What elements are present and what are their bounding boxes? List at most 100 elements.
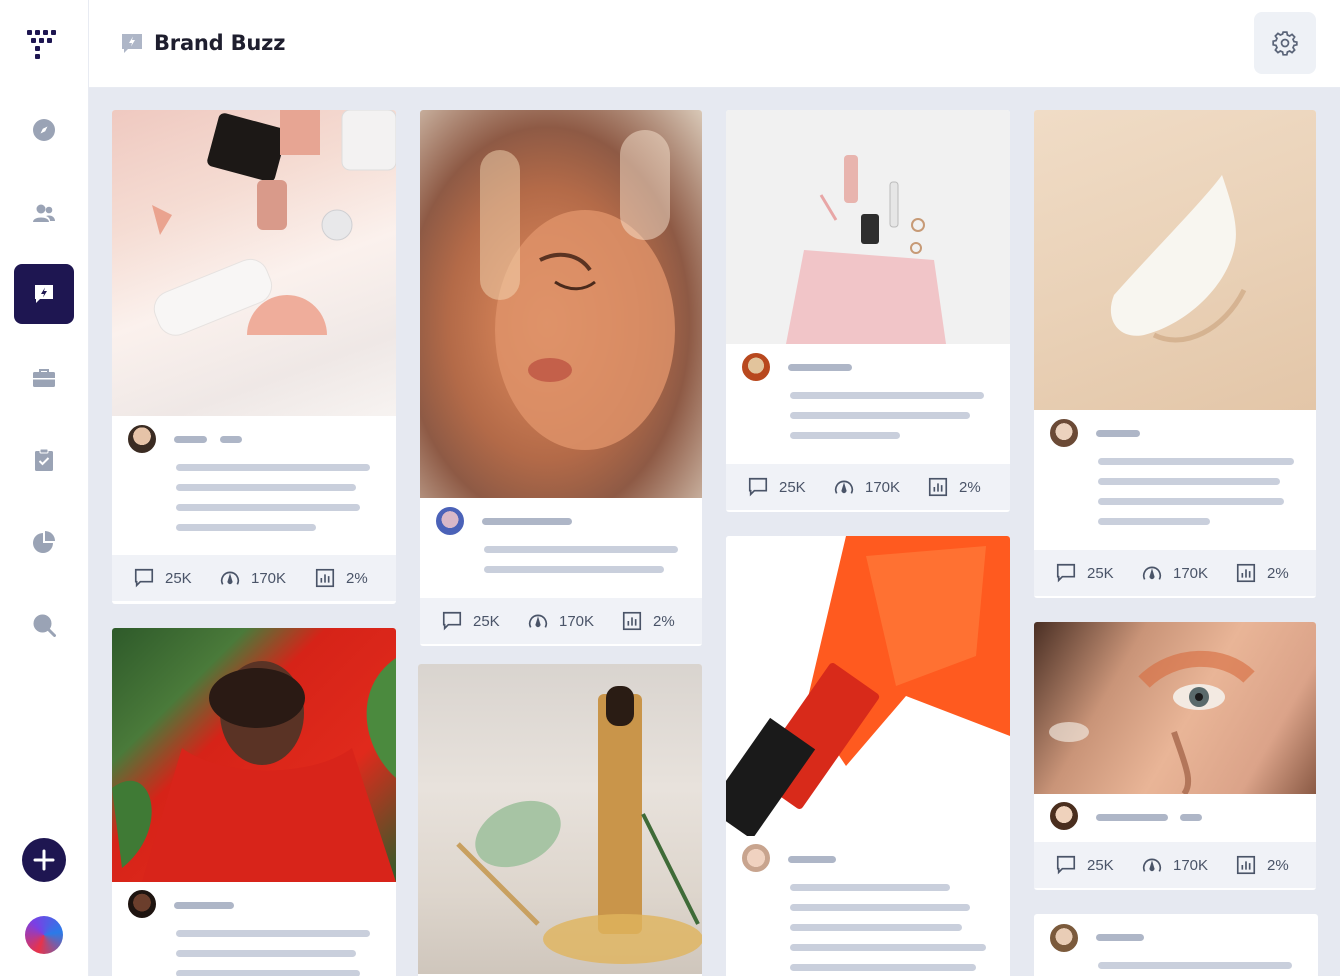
reach-stat[interactable]: 170K: [1141, 562, 1208, 584]
avatar[interactable]: [126, 423, 158, 455]
avatar[interactable]: [126, 888, 158, 920]
caption-line-placeholder: [176, 970, 360, 976]
reach-stat[interactable]: 170K: [527, 610, 594, 632]
sidebar-item-campaigns[interactable]: [14, 348, 74, 408]
post-card[interactable]: 25K 170K 2%: [112, 110, 396, 604]
avatar[interactable]: [1048, 800, 1080, 832]
reach-count: 170K: [865, 478, 901, 496]
reach-count: 170K: [1173, 564, 1209, 582]
avatar[interactable]: [740, 351, 772, 383]
post-card[interactable]: 25K 170K 2%: [1034, 622, 1316, 890]
comments-stat[interactable]: 25K: [1055, 562, 1114, 584]
gauge-icon: [220, 571, 240, 585]
post-stats: 25K 170K 2%: [1034, 550, 1316, 596]
search-icon: [33, 614, 56, 637]
gauge-icon: [528, 614, 548, 628]
sidebar-item-explore[interactable]: [14, 100, 74, 160]
sidebar-item-brand-buzz[interactable]: [14, 264, 74, 324]
reach-stat[interactable]: 170K: [833, 476, 900, 498]
gauge-icon: [1142, 566, 1162, 580]
avatar[interactable]: [434, 505, 466, 537]
reach-stat[interactable]: 170K: [1141, 854, 1208, 876]
caption-line-placeholder: [484, 546, 678, 553]
caption-line-placeholder: [1098, 458, 1294, 465]
avatar[interactable]: [1048, 922, 1080, 954]
sidebar: [0, 0, 89, 976]
comments-count: 25K: [779, 478, 806, 496]
comment-icon: [1056, 563, 1076, 583]
author-name-placeholder: [1096, 934, 1144, 941]
add-button[interactable]: [22, 838, 66, 882]
post-image[interactable]: [418, 664, 702, 974]
post-image[interactable]: [112, 628, 396, 882]
compass-icon: [33, 119, 55, 141]
author-name-placeholder: [174, 436, 207, 443]
post-stats: 25K 170K 2%: [420, 598, 702, 644]
page-title: Brand Buzz: [154, 31, 286, 55]
sidebar-item-tasks[interactable]: [14, 430, 74, 490]
author-handle-placeholder: [1180, 814, 1202, 821]
engagement-rate: 2%: [959, 478, 981, 496]
sidebar-item-analytics[interactable]: [14, 512, 74, 572]
post-image[interactable]: [1034, 110, 1316, 410]
post-image[interactable]: [726, 536, 1010, 840]
comments-stat[interactable]: 25K: [747, 476, 806, 498]
engagement-rate: 2%: [1267, 856, 1289, 874]
gauge-icon: [834, 480, 854, 494]
post-image[interactable]: [112, 110, 396, 416]
author-name-placeholder: [788, 364, 852, 371]
post-stats: 25K 170K 2%: [1034, 842, 1316, 888]
post-card[interactable]: 25K 170K 2%: [420, 110, 702, 646]
avatar[interactable]: [1048, 417, 1080, 449]
caption-line-placeholder: [176, 504, 360, 511]
author-name-placeholder: [788, 856, 836, 863]
post-card[interactable]: 25K 170K 2%: [726, 110, 1010, 512]
post-card[interactable]: 25K 170K 2%: [1034, 110, 1316, 598]
grid-logo-icon[interactable]: [26, 28, 62, 60]
comments-stat[interactable]: 25K: [1055, 854, 1114, 876]
engagement-rate: 2%: [653, 612, 675, 630]
comments-count: 25K: [165, 569, 192, 587]
post-card[interactable]: [1034, 914, 1318, 976]
post-stats: 25K 170K 2%: [726, 464, 1010, 510]
user-avatar[interactable]: [25, 916, 63, 954]
caption-line-placeholder: [1098, 498, 1284, 505]
reach-count: 170K: [251, 569, 287, 587]
comments-stat[interactable]: 25K: [133, 567, 192, 589]
caption-line-placeholder: [790, 412, 970, 419]
engagement-rate: 2%: [1267, 564, 1289, 582]
sidebar-item-creators[interactable]: [14, 183, 74, 243]
reach-count: 170K: [559, 612, 595, 630]
caption-line-placeholder: [790, 944, 986, 951]
caption-line-placeholder: [790, 392, 984, 399]
post-card[interactable]: [726, 536, 1010, 976]
gauge-icon: [1142, 858, 1162, 872]
bar-chart-icon: [315, 568, 335, 588]
avatar[interactable]: [740, 842, 772, 874]
sidebar-item-search[interactable]: [14, 595, 74, 655]
caption-line-placeholder: [1098, 962, 1292, 969]
pie-chart-icon: [33, 531, 55, 553]
engagement-stat[interactable]: 2%: [621, 610, 675, 632]
author-name-placeholder: [1096, 814, 1168, 821]
post-stats: 25K 170K 2%: [112, 555, 396, 601]
caption-line-placeholder: [176, 524, 316, 531]
post-image[interactable]: [420, 110, 702, 498]
caption-line-placeholder: [790, 432, 900, 439]
engagement-stat[interactable]: 2%: [1235, 854, 1289, 876]
comments-count: 25K: [1087, 856, 1114, 874]
post-card[interactable]: [112, 628, 396, 976]
caption-line-placeholder: [176, 464, 370, 471]
comments-stat[interactable]: 25K: [441, 610, 500, 632]
engagement-stat[interactable]: 2%: [1235, 562, 1289, 584]
engagement-stat[interactable]: 2%: [927, 476, 981, 498]
caption-line-placeholder: [176, 484, 356, 491]
post-image[interactable]: [1034, 622, 1316, 796]
post-card[interactable]: [418, 664, 702, 976]
engagement-stat[interactable]: 2%: [314, 567, 368, 589]
settings-button[interactable]: [1254, 12, 1316, 74]
reach-stat[interactable]: 170K: [219, 567, 286, 589]
briefcase-icon: [33, 369, 55, 387]
post-image[interactable]: [726, 110, 1010, 344]
caption-line-placeholder: [790, 884, 950, 891]
